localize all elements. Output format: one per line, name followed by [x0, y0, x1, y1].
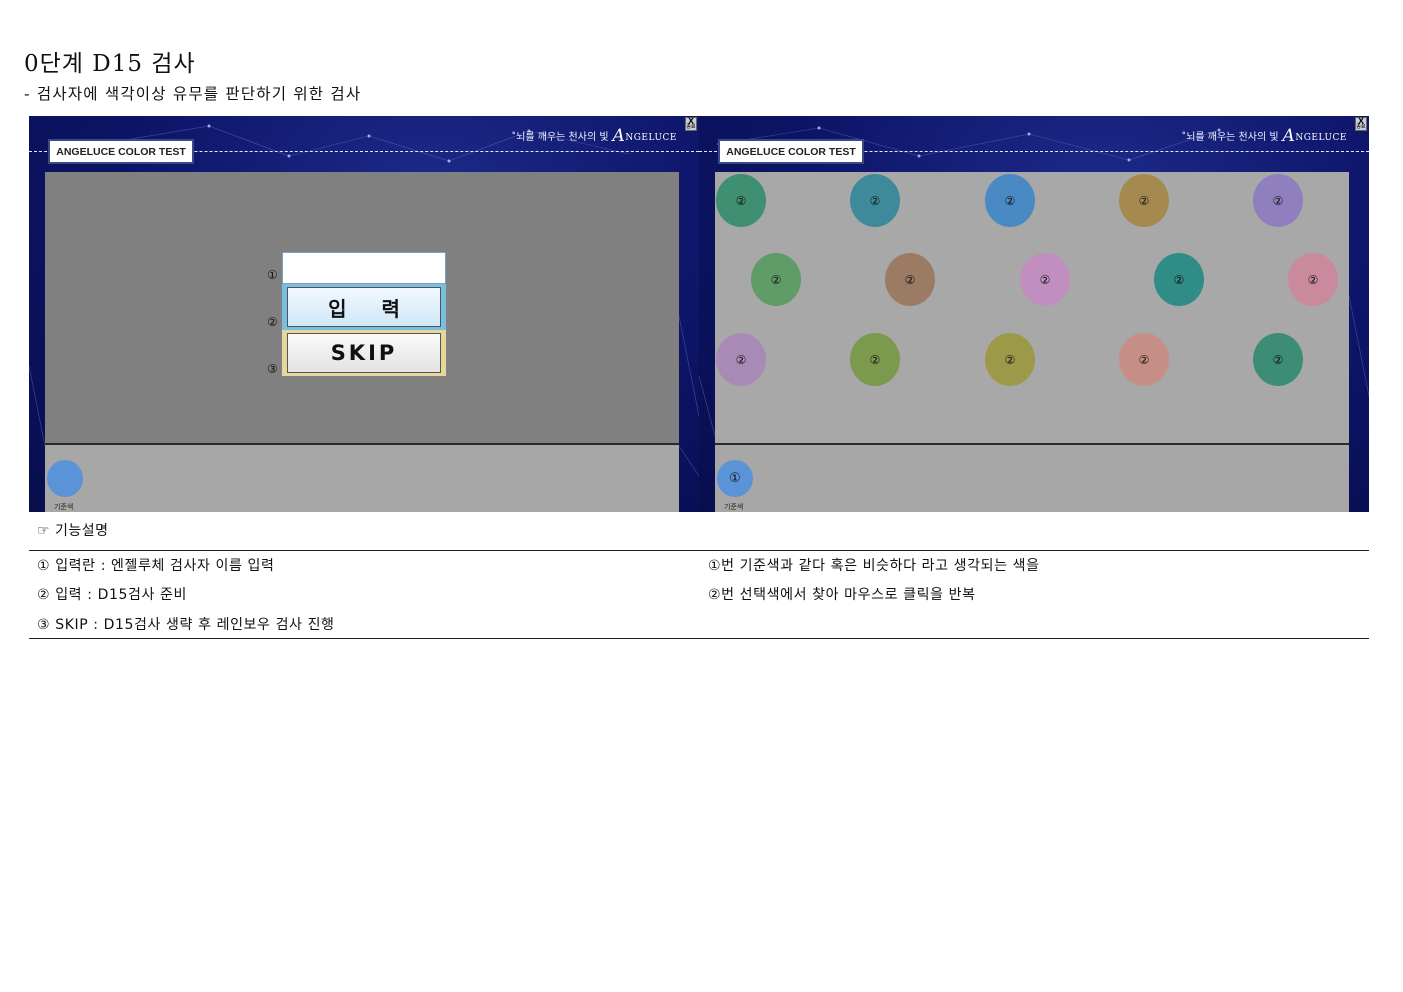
- app-name-label: ANGELUCE COLOR TEST: [718, 139, 864, 164]
- color-cap[interactable]: ②: [1119, 333, 1169, 386]
- slogan: ˚뇌를 깨우는 천사의 빛 A NGELUCE: [1181, 125, 1347, 146]
- page-title: 0단계 D15 검사: [24, 51, 196, 77]
- color-cap-stage: ②②②②②②②②②②②②②②②: [715, 172, 1349, 443]
- desc-left-3: ③ SKIP : D15검사 생략 후 레인보우 검사 진행: [37, 617, 335, 633]
- reference-label: 기준색: [54, 503, 74, 511]
- color-cap[interactable]: ②: [1288, 253, 1338, 306]
- color-cap[interactable]: ②: [850, 174, 900, 227]
- reference-color-circle: [47, 460, 83, 497]
- desc-right-2: ②번 선택색에서 찾아 마우스로 클릭을 반복: [708, 587, 976, 603]
- reference-color-circle: ①: [717, 460, 753, 497]
- slogan-text: ˚뇌를 깨우는 천사의 빛: [1181, 132, 1279, 143]
- screenshots-area: ANGELUCE COLOR TEST ˚뇌를 깨우는 천사의 빛 A NGELU…: [29, 116, 1369, 512]
- color-cap[interactable]: ②: [850, 333, 900, 386]
- desc-right-1: ①번 기준색과 같다 혹은 비슷하다 라고 생각되는 색을: [708, 558, 1040, 574]
- color-cap[interactable]: ②: [1020, 253, 1070, 306]
- bottom-rule: [29, 638, 1369, 639]
- color-cap[interactable]: ②: [716, 333, 766, 386]
- skip-button[interactable]: SKIP: [287, 333, 441, 373]
- color-cap[interactable]: ②: [1253, 174, 1303, 227]
- desc-left-1: ① 입력란 : 엔젤루체 검사자 이름 입력: [37, 558, 275, 574]
- color-cap[interactable]: ②: [751, 253, 801, 306]
- desc-left-2: ② 입력 : D15검사 준비: [37, 587, 187, 603]
- reference-label: 기준색: [724, 503, 744, 511]
- reference-area: ① 기준색: [715, 445, 1349, 512]
- close-button[interactable]: X 종료: [685, 117, 697, 131]
- marker-2: ②: [267, 315, 278, 329]
- angeluce-logo: A NGELUCE: [1282, 125, 1347, 146]
- marker-1: ①: [267, 268, 278, 282]
- color-cap[interactable]: ②: [985, 333, 1035, 386]
- feature-heading: ☞ 기능설명: [37, 523, 109, 539]
- top-rule: [29, 550, 1369, 551]
- color-cap[interactable]: ②: [1119, 174, 1169, 227]
- color-cap[interactable]: ②: [1253, 333, 1303, 386]
- app-name-label: ANGELUCE COLOR TEST: [48, 139, 194, 164]
- color-cap[interactable]: ②: [885, 253, 935, 306]
- login-screen: ANGELUCE COLOR TEST ˚뇌를 깨우는 천사의 빛 A NGELU…: [29, 116, 699, 512]
- skip-button-frame: SKIP: [282, 330, 446, 376]
- color-cap[interactable]: ②: [716, 174, 766, 227]
- page-subtitle: - 검사자에 색각이상 유무를 판단하기 위한 검사: [24, 85, 362, 103]
- d15-test-screen: ANGELUCE COLOR TEST ˚뇌를 깨우는 천사의 빛 A NGELU…: [699, 116, 1369, 512]
- name-input[interactable]: [282, 252, 446, 284]
- enter-button[interactable]: 입 력: [287, 287, 441, 327]
- enter-button-frame: 입 력: [282, 284, 446, 330]
- angeluce-logo: A NGELUCE: [612, 125, 677, 146]
- slogan-text: ˚뇌를 깨우는 천사의 빛: [511, 132, 609, 143]
- color-cap[interactable]: ②: [985, 174, 1035, 227]
- slogan: ˚뇌를 깨우는 천사의 빛 A NGELUCE: [511, 125, 677, 146]
- color-cap[interactable]: ②: [1154, 253, 1204, 306]
- reference-area: 기준색: [45, 445, 679, 512]
- close-button[interactable]: X 종료: [1355, 117, 1367, 131]
- input-stage: ① ② ③ 입 력 SKIP: [45, 172, 679, 443]
- marker-3: ③: [267, 362, 278, 376]
